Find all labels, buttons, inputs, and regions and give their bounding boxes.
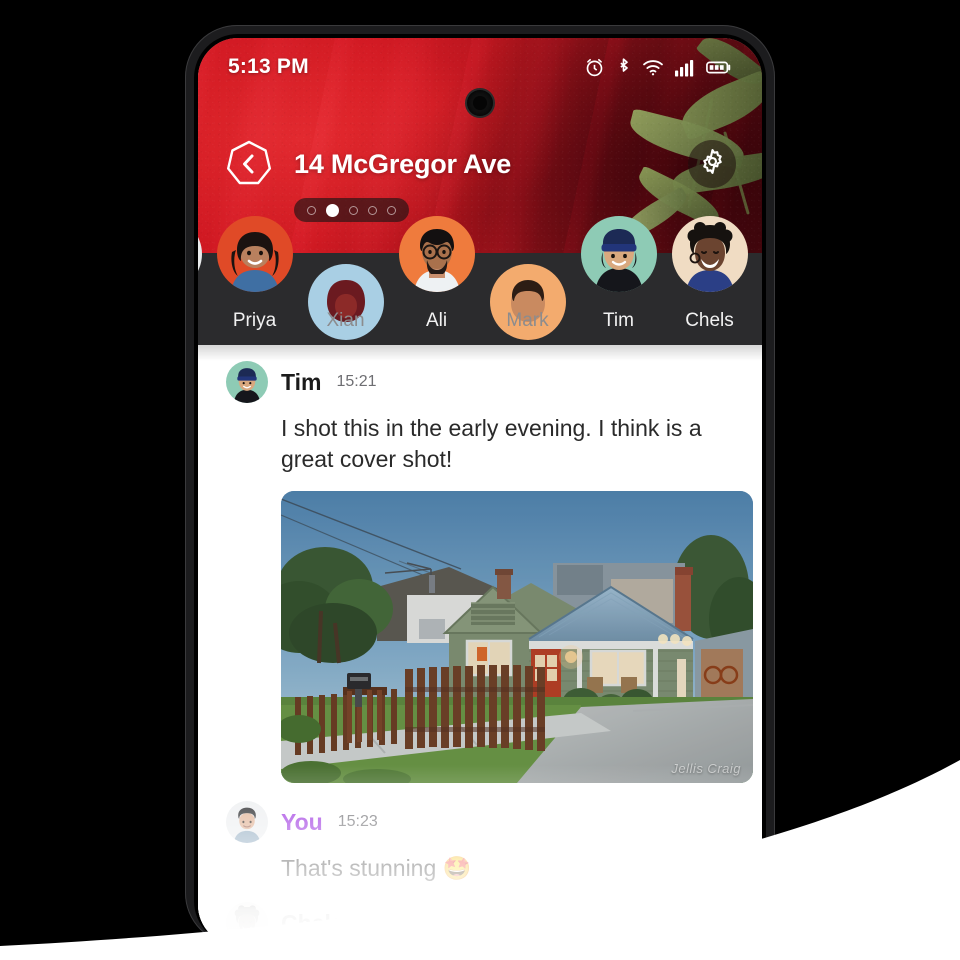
- signal-icon: [675, 57, 695, 78]
- member-name: Jack: [755, 310, 762, 332]
- member-name: Chels: [685, 310, 734, 331]
- member-list: You: [198, 216, 762, 346]
- gear-icon: [699, 148, 726, 180]
- message-time: 15:23: [337, 813, 378, 831]
- member-name: Ali: [425, 310, 448, 331]
- photo-watermark: Jellis Craig: [671, 761, 741, 777]
- page-title: 14 McGregor Ave: [294, 148, 512, 179]
- avatar-wrap: [216, 216, 293, 292]
- member-tim[interactable]: Tim: [573, 216, 664, 346]
- avatar[interactable]: [226, 902, 268, 945]
- back-button[interactable]: [224, 139, 274, 189]
- wifi-icon: [642, 57, 664, 78]
- pager-dot[interactable]: [349, 205, 358, 215]
- chat-message: You 15:23 That's stunning 🤩: [226, 801, 734, 884]
- message-author: Tim: [281, 368, 322, 395]
- member-priya[interactable]: Priya: [209, 216, 300, 346]
- status-icon-group: [584, 57, 732, 78]
- member-ali[interactable]: Ali: [391, 216, 482, 346]
- avatar[interactable]: [226, 801, 268, 844]
- pager-dot[interactable]: [387, 205, 396, 215]
- avatar-wrap: [671, 216, 748, 292]
- message-author: You: [281, 808, 323, 835]
- chat-panel[interactable]: Tim 15:21 I shot this in the early eveni…: [198, 345, 762, 945]
- message-author: Chels: [281, 909, 344, 936]
- member-jack[interactable]: Jack: [755, 216, 762, 346]
- settings-button[interactable]: [688, 140, 736, 188]
- avatar: [398, 216, 475, 292]
- phone-device: 5:13 PM 14 McGregor Ave Priya Xian Ali M…: [185, 25, 775, 945]
- member-name: You: [198, 310, 209, 332]
- app-header: 14 McGregor Ave: [198, 136, 762, 192]
- avatar: [198, 216, 202, 292]
- member-name: Mark: [506, 310, 549, 331]
- member-name: Tim: [603, 310, 634, 331]
- message-text: I shot this in the early evening. I thin…: [281, 415, 702, 473]
- status-time: 5:13 PM: [228, 55, 309, 78]
- message-header: Chels 15:31: [226, 902, 734, 945]
- bluetooth-icon: [616, 57, 631, 78]
- avatar-wrap: [198, 216, 202, 292]
- avatar: [216, 216, 293, 292]
- alarm-icon: [584, 57, 605, 78]
- battery-icon: [706, 57, 732, 78]
- chat-message: Chels 15:31 Agree second shot looks like…: [226, 902, 734, 945]
- phone-bezel: 5:13 PM 14 McGregor Ave Priya Xian Ali M…: [194, 34, 766, 945]
- chat-message-list[interactable]: Tim 15:21 I shot this in the early eveni…: [198, 345, 762, 945]
- pager-dot[interactable]: [307, 205, 316, 215]
- pager-dot-active[interactable]: [326, 203, 339, 217]
- front-camera-punch-hole: [467, 90, 493, 116]
- avatar-wrap: [580, 216, 657, 292]
- member-name: Xian: [326, 310, 365, 331]
- avatar: [671, 216, 748, 292]
- avatar[interactable]: [226, 361, 268, 403]
- member-name: Priya: [232, 310, 277, 331]
- member-you[interactable]: You: [198, 216, 209, 346]
- message-text: That's stunning 🤩: [281, 855, 472, 882]
- message-header: Tim 15:21: [226, 361, 734, 403]
- pager-dot[interactable]: [368, 205, 377, 215]
- scene-stage: 5:13 PM 14 McGregor Ave Priya Xian Ali M…: [0, 0, 960, 960]
- status-bar: 5:13 PM: [198, 38, 762, 96]
- avatar-wrap: [398, 216, 475, 292]
- member-chels[interactable]: Chels: [664, 216, 755, 346]
- message-time: 15:21: [336, 373, 377, 390]
- phone-screen: 5:13 PM 14 McGregor Ave Priya Xian Ali M…: [198, 38, 762, 945]
- avatar: [580, 216, 657, 292]
- message-time: 15:31: [358, 914, 399, 932]
- message-photo-attachment[interactable]: Jellis Craig: [281, 491, 753, 784]
- member-xian[interactable]: Xian: [300, 216, 391, 346]
- chat-message: Tim 15:21 I shot this in the early eveni…: [226, 361, 753, 784]
- message-header: You 15:23: [226, 801, 734, 844]
- member-mark[interactable]: Mark: [482, 216, 573, 346]
